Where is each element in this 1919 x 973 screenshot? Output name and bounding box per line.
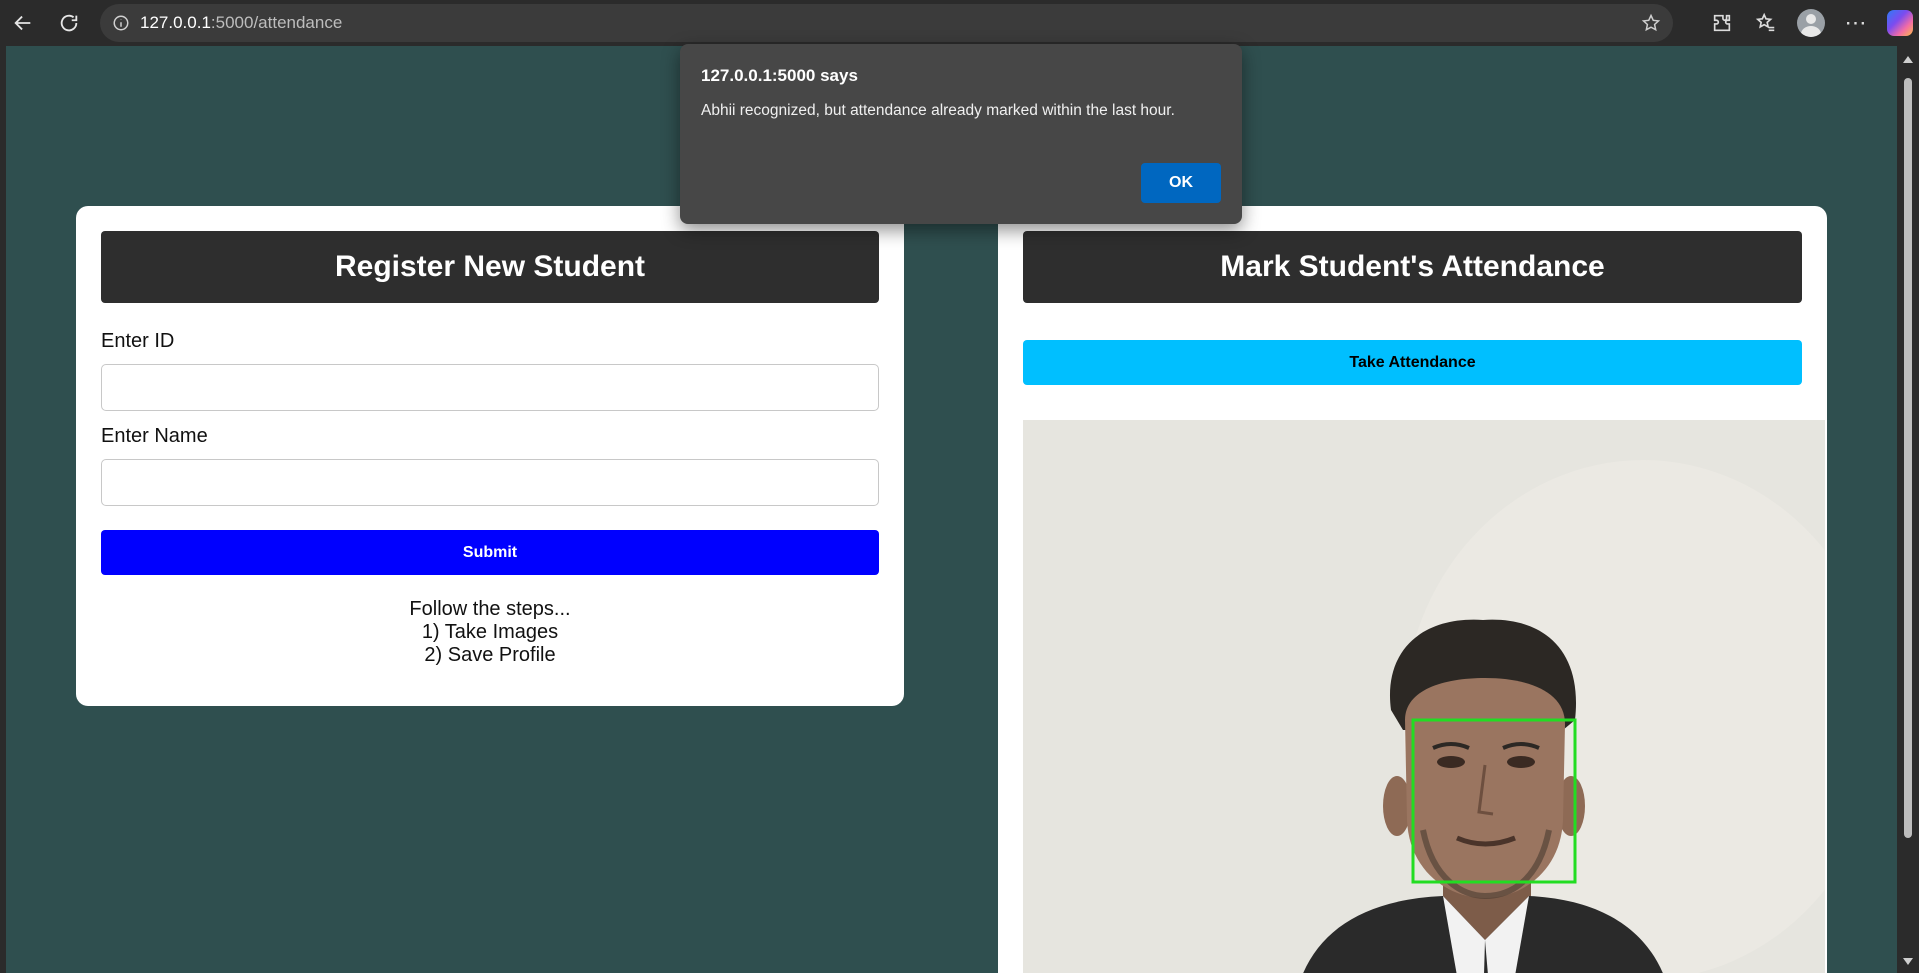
alert-dialog: 127.0.0.1:5000 says Abhii recognized, bu… <box>680 44 1242 224</box>
submit-button[interactable]: Submit <box>101 530 879 575</box>
address-bar[interactable]: 127.0.0.1:5000/attendance <box>100 4 1673 42</box>
id-label: Enter ID <box>101 330 175 352</box>
dialog-title: 127.0.0.1:5000 says <box>701 66 858 85</box>
favorite-star-icon[interactable] <box>1641 13 1661 33</box>
step-take-images: 1) Take Images <box>421 621 559 643</box>
reload-icon[interactable] <box>52 6 86 40</box>
take-attendance-button[interactable]: Take Attendance <box>1023 340 1802 385</box>
camera-frame-image <box>1023 420 1825 973</box>
register-card: Register New Student Enter ID Enter Name… <box>76 206 904 706</box>
favorites-icon[interactable] <box>1753 10 1779 36</box>
more-options-icon[interactable]: ⋯ <box>1843 10 1869 36</box>
back-icon[interactable] <box>6 6 40 40</box>
step-save-profile: 2) Save Profile <box>424 644 556 666</box>
scroll-down-icon[interactable] <box>1903 958 1913 965</box>
scroll-up-icon[interactable] <box>1903 56 1913 63</box>
dialog-ok-button[interactable]: OK <box>1141 163 1221 203</box>
url-text: 127.0.0.1:5000/attendance <box>140 13 342 33</box>
dialog-message: Abhii recognized, but attendance already… <box>701 102 1175 119</box>
profile-avatar-icon[interactable] <box>1797 9 1825 37</box>
name-label: Enter Name <box>101 425 208 447</box>
url-path: :5000/attendance <box>210 13 343 32</box>
steps-intro: Follow the steps... <box>409 598 571 620</box>
extensions-icon[interactable] <box>1709 10 1735 36</box>
toolbar-actions: ⋯ <box>1709 6 1913 40</box>
copilot-icon[interactable] <box>1887 10 1913 36</box>
steps-instructions: Follow the steps... 1) Take Images 2) Sa… <box>101 598 879 667</box>
id-input[interactable] <box>101 364 879 411</box>
scrollbar-thumb[interactable] <box>1904 78 1912 838</box>
register-title: Register New Student <box>101 231 879 303</box>
attendance-title: Mark Student's Attendance <box>1023 231 1802 303</box>
attendance-card: Mark Student's Attendance Take Attendanc… <box>998 206 1827 973</box>
url-host: 127.0.0.1 <box>140 13 211 32</box>
camera-feed <box>1023 420 1825 973</box>
page-scrollbar[interactable] <box>1897 46 1919 973</box>
name-input[interactable] <box>101 459 879 506</box>
browser-toolbar: 127.0.0.1:5000/attendance ⋯ <box>0 0 1919 46</box>
site-info-icon[interactable] <box>112 14 130 32</box>
